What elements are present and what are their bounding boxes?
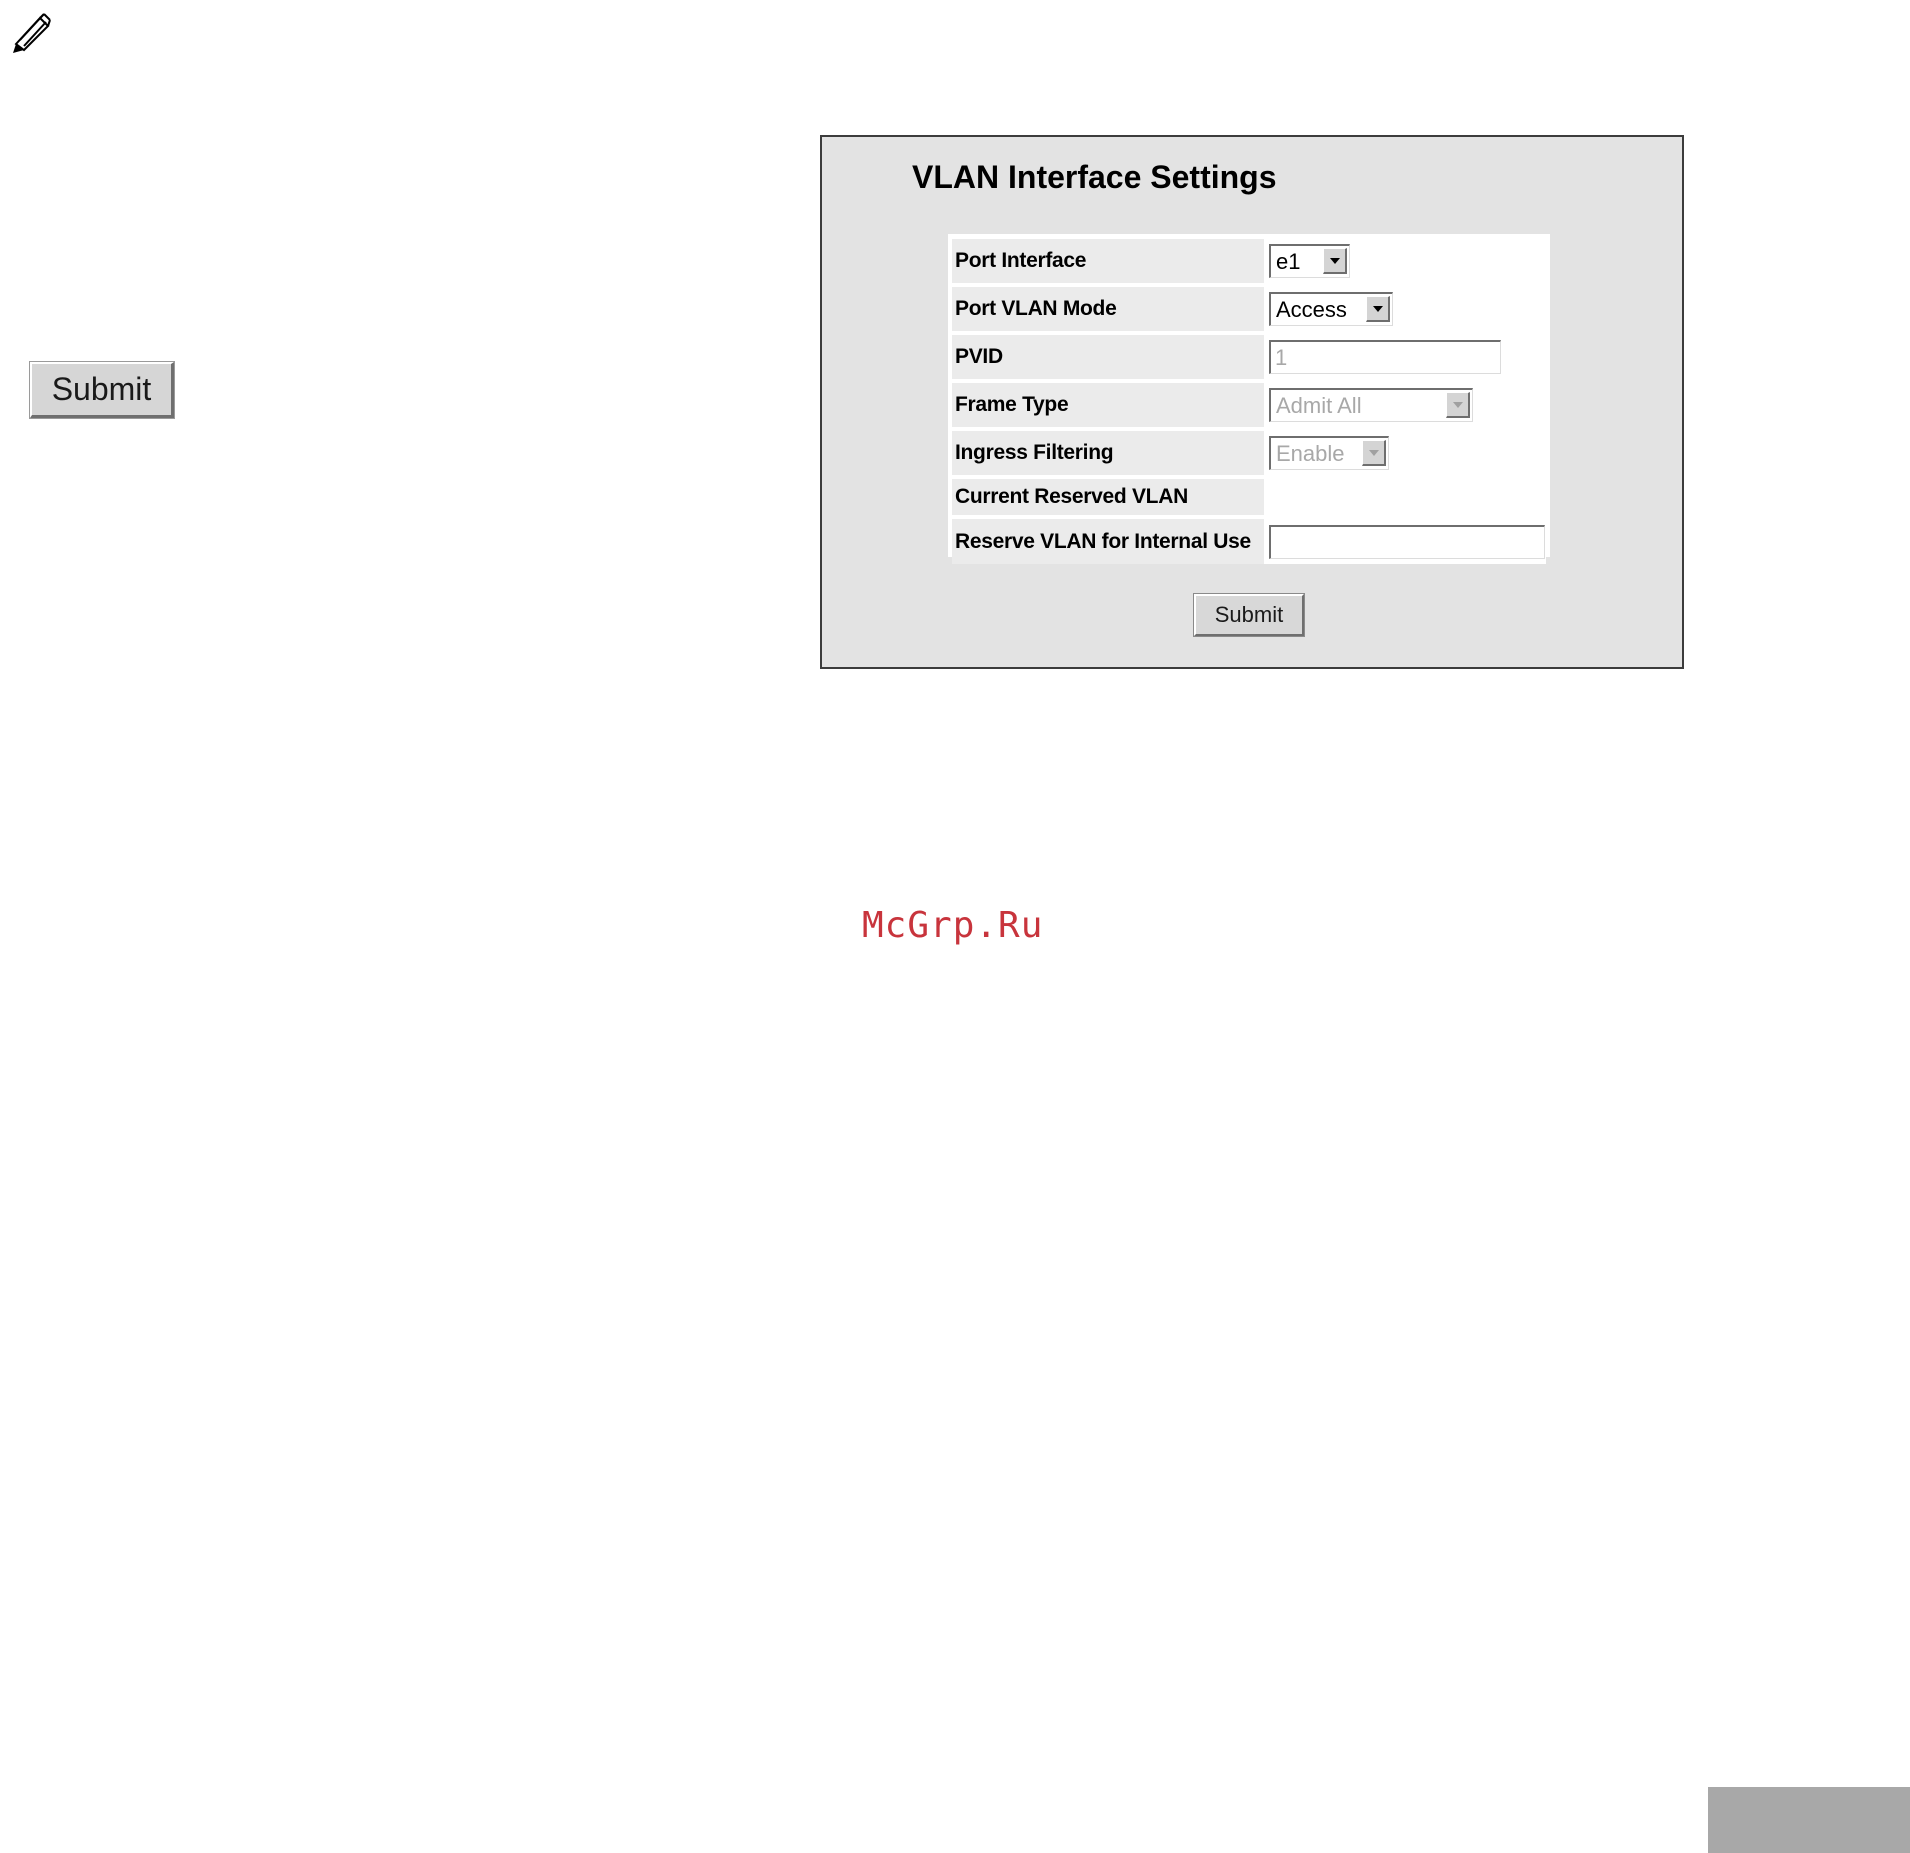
row-frame-type: Frame Type Admit All (952, 381, 1546, 429)
row-current-reserved-vlan: Current Reserved VLAN (952, 475, 1546, 519)
ingress-filtering-value: Enable (1276, 440, 1345, 466)
submit-button-left[interactable]: Submit (29, 361, 175, 419)
label-pvid: PVID (952, 335, 1264, 379)
label-port-vlan-mode: Port VLAN Mode (952, 287, 1264, 331)
pvid-input[interactable] (1269, 340, 1501, 374)
port-interface-value: e1 (1276, 248, 1301, 274)
chevron-down-icon[interactable] (1362, 440, 1386, 466)
settings-form: Port Interface e1 Port VLAN Mode Access … (948, 234, 1550, 564)
label-reserve-vlan-internal: Reserve VLAN for Internal Use (952, 519, 1264, 564)
pencil-icon (13, 13, 51, 53)
chevron-down-icon[interactable] (1366, 296, 1390, 322)
label-current-reserved-vlan: Current Reserved VLAN (952, 479, 1264, 515)
label-ingress-filtering: Ingress Filtering (952, 431, 1264, 475)
submit-button[interactable]: Submit (1193, 593, 1305, 637)
label-frame-type: Frame Type (952, 383, 1264, 427)
row-pvid: PVID (952, 333, 1546, 381)
current-reserved-vlan-value (1264, 475, 1546, 519)
port-vlan-mode-select[interactable]: Access (1269, 292, 1393, 326)
chevron-down-icon[interactable] (1446, 392, 1470, 418)
watermark: McGrp.Ru (862, 905, 1044, 946)
port-vlan-mode-value: Access (1276, 296, 1347, 322)
row-reserve-vlan-internal: Reserve VLAN for Internal Use (952, 517, 1546, 566)
reserve-vlan-input[interactable] (1269, 524, 1545, 559)
vlan-interface-settings-panel: VLAN Interface Settings Port Interface e… (820, 135, 1684, 669)
frame-type-value: Admit All (1276, 392, 1362, 418)
corner-tab (1708, 1787, 1910, 1853)
port-interface-select[interactable]: e1 (1269, 244, 1350, 278)
label-port-interface: Port Interface (952, 239, 1264, 283)
ingress-filtering-select[interactable]: Enable (1269, 436, 1389, 470)
row-port-vlan-mode: Port VLAN Mode Access (952, 285, 1546, 333)
row-port-interface: Port Interface e1 (952, 237, 1546, 285)
frame-type-select[interactable]: Admit All (1269, 388, 1473, 422)
row-ingress-filtering: Ingress Filtering Enable (952, 429, 1546, 477)
panel-title: VLAN Interface Settings (912, 159, 1277, 195)
chevron-down-icon[interactable] (1323, 248, 1347, 274)
